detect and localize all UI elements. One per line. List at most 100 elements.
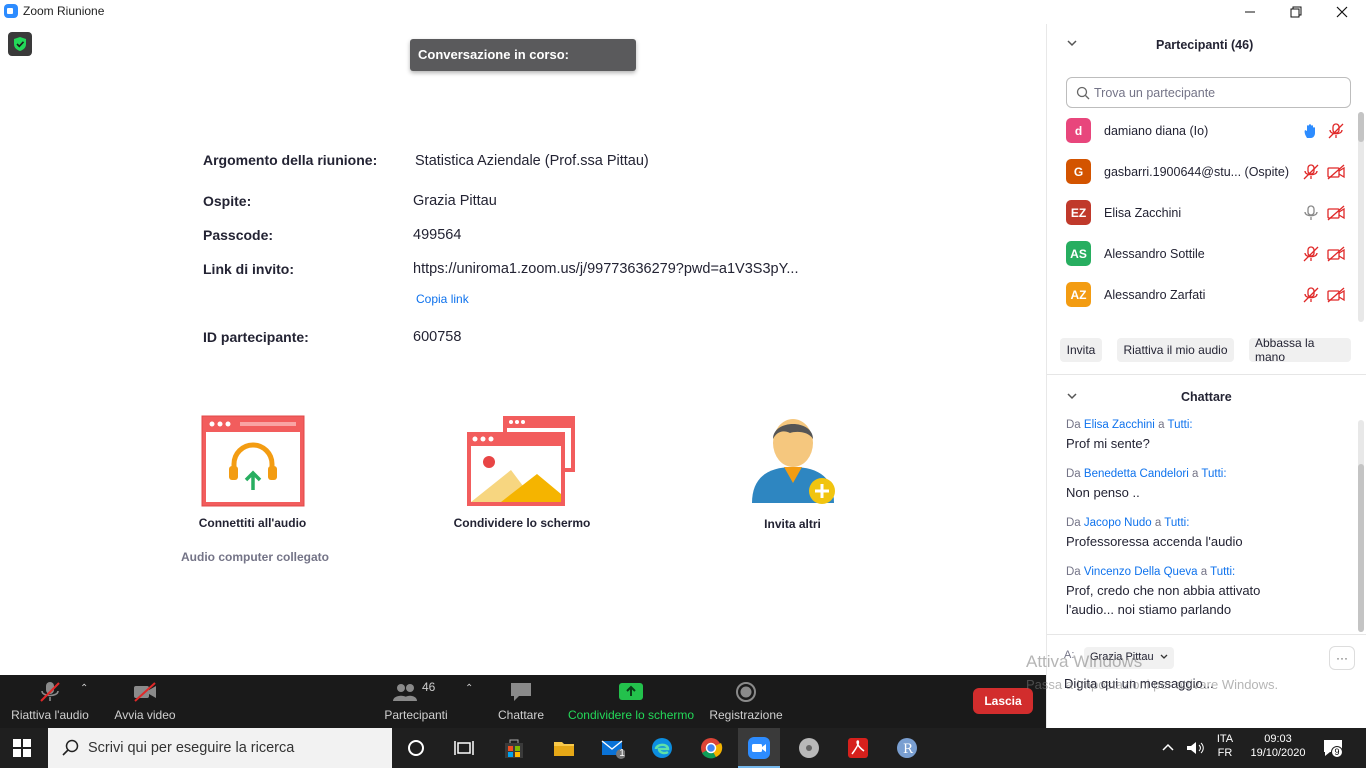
participant-row[interactable]: G gasbarri.1900644@stu... (Ospite): [1066, 159, 1346, 185]
connect-audio-button[interactable]: Connettiti all'audio: [190, 414, 315, 530]
zoom-app-icon: [4, 4, 18, 18]
window-title: Zoom Riunione: [23, 4, 105, 18]
video-off-icon: [134, 682, 156, 702]
file-explorer-icon[interactable]: [552, 736, 576, 760]
search-icon: [1076, 86, 1090, 100]
sender-name[interactable]: Jacopo Nudo: [1084, 517, 1152, 529]
start-video-label: Avvia video: [114, 708, 176, 722]
lower-hand-button[interactable]: Abbassa la mano: [1249, 336, 1351, 364]
to-word: a: [1191, 468, 1199, 480]
participants-count: 46: [422, 680, 436, 694]
participant-row[interactable]: AZ Alessandro Zarfati: [1066, 282, 1346, 308]
security-shield-icon[interactable]: [8, 32, 32, 56]
avatar: EZ: [1066, 200, 1091, 225]
message-text: Professoressa accenda l'audio: [1066, 534, 1243, 549]
invite-button[interactable]: Invita: [1060, 338, 1102, 362]
search-icon: [62, 739, 79, 756]
share-screen-button[interactable]: Condividere lo schermo: [566, 675, 696, 728]
chat-bubble-icon: [511, 683, 531, 701]
from-word: Da: [1066, 468, 1081, 480]
clock-date: 19/10/2020: [1250, 747, 1306, 759]
avatar: AS: [1066, 241, 1091, 266]
side-panel: Partecipanti (46) Trova un partecipante …: [1046, 24, 1366, 728]
message-text: Non penso ..: [1066, 485, 1140, 500]
meeting-main-area: Conversazione in corso: Argomento della …: [0, 24, 1046, 675]
language-indicator[interactable]: ITA FR: [1211, 733, 1239, 759]
recipient-name[interactable]: Tutti:: [1201, 468, 1226, 480]
unmute-me-button[interactable]: Riattiva il mio audio: [1117, 338, 1234, 362]
participants-button[interactable]: 46 Partecipanti: [378, 675, 454, 728]
r-app-icon[interactable]: R: [895, 736, 919, 760]
recipient-name[interactable]: Tutti:: [1167, 419, 1192, 431]
chrome-browser-icon[interactable]: [699, 736, 723, 760]
share-screen-toolbar-label: Condividere lo schermo: [567, 708, 695, 722]
chat-label: Chattare: [497, 708, 545, 722]
participant-id-value: 600758: [413, 329, 462, 345]
audio-options-caret-icon[interactable]: ⌃: [80, 683, 88, 694]
participant-row[interactable]: d damiano diana (Io): [1066, 118, 1346, 144]
invite-others-label: Invita altri: [764, 517, 821, 531]
participant-name: Alessandro Sottile: [1104, 247, 1205, 261]
video-off-icon: [1327, 164, 1345, 180]
recipient-name[interactable]: Tutti:: [1210, 566, 1235, 578]
restore-button[interactable]: [1273, 0, 1319, 24]
video-off-icon: [1327, 246, 1345, 262]
invite-others-action[interactable]: Invita altri: [735, 409, 850, 531]
raised-hand-icon: [1304, 124, 1315, 138]
video-off-icon: [1327, 205, 1345, 221]
edge-browser-icon[interactable]: [650, 736, 674, 760]
sender-name[interactable]: Elisa Zacchini: [1084, 419, 1155, 431]
video-off-icon: [1327, 287, 1345, 303]
from-word: Da: [1066, 517, 1081, 529]
zoom-app-icon: [748, 737, 770, 759]
participants-scrollbar-thumb[interactable]: [1358, 112, 1364, 142]
participants-options-caret-icon[interactable]: ⌃: [465, 683, 473, 694]
chat-button[interactable]: Chattare: [494, 675, 548, 728]
from-word: Da: [1066, 419, 1081, 431]
copy-link[interactable]: Copia link: [416, 292, 469, 306]
sender-name[interactable]: Vincenzo Della Queva: [1084, 566, 1198, 578]
start-video-button[interactable]: Avvia video: [108, 675, 182, 728]
minimize-button[interactable]: [1227, 0, 1273, 24]
leave-meeting-button[interactable]: Lascia: [973, 688, 1033, 714]
taskbar-search-box[interactable]: Scrivi qui per eseguire la ricerca: [48, 728, 392, 768]
participant-search-input[interactable]: Trova un partecipante: [1066, 77, 1351, 108]
avatar: AZ: [1066, 282, 1091, 307]
volume-icon[interactable]: [1185, 739, 1205, 757]
participant-row[interactable]: AS Alessandro Sottile: [1066, 241, 1346, 267]
participants-icon-group: 46: [393, 680, 436, 703]
windows-start-icon[interactable]: [13, 739, 31, 757]
sender-name[interactable]: Benedetta Candelori: [1084, 468, 1189, 480]
task-view-icon[interactable]: [452, 736, 476, 760]
tray-expand-icon[interactable]: [1160, 740, 1176, 756]
record-button[interactable]: Registrazione: [708, 675, 784, 728]
store-icon[interactable]: [502, 736, 526, 760]
chat-scrollbar-thumb[interactable]: [1358, 464, 1364, 632]
unmute-label: Riattiva l'audio: [11, 708, 89, 722]
chat-more-button[interactable]: ···: [1329, 646, 1355, 670]
message-text: Prof, credo che non abbia attivato l'aud…: [1066, 583, 1261, 617]
participant-name: gasbarri.1900644@stu... (Ospite): [1104, 165, 1290, 179]
clock[interactable]: 09:03 19/10/2020: [1244, 733, 1312, 759]
audio-status-text: Audio computer collegato: [181, 550, 330, 564]
host-value: Grazia Pittau: [413, 193, 497, 209]
participants-scrollbar-track[interactable]: [1358, 112, 1364, 322]
keyboard-layout: FR: [1217, 747, 1233, 759]
participant-row[interactable]: EZ Elisa Zacchini: [1066, 200, 1346, 226]
close-window-button[interactable]: [1319, 0, 1365, 24]
action-center-button[interactable]: 9: [1322, 737, 1344, 759]
collapse-chat-chevron-icon[interactable]: [1067, 392, 1077, 403]
activation-watermark-title: Attiva Windows: [1026, 652, 1143, 671]
share-screen-action[interactable]: Condividere lo schermo: [452, 414, 592, 530]
from-word: Da: [1066, 566, 1081, 578]
passcode-value: 499564: [413, 227, 462, 243]
media-disc-icon[interactable]: [797, 736, 821, 760]
chat-input-divider: [1047, 634, 1366, 635]
language-code: ITA: [1216, 733, 1234, 745]
participants-label: Partecipanti: [384, 708, 448, 722]
recipient-name[interactable]: Tutti:: [1164, 517, 1189, 529]
cortana-icon[interactable]: [404, 736, 428, 760]
collapse-participants-chevron-icon[interactable]: [1067, 39, 1077, 50]
zoom-taskbar-button[interactable]: [738, 728, 780, 768]
acrobat-reader-icon[interactable]: [846, 736, 870, 760]
